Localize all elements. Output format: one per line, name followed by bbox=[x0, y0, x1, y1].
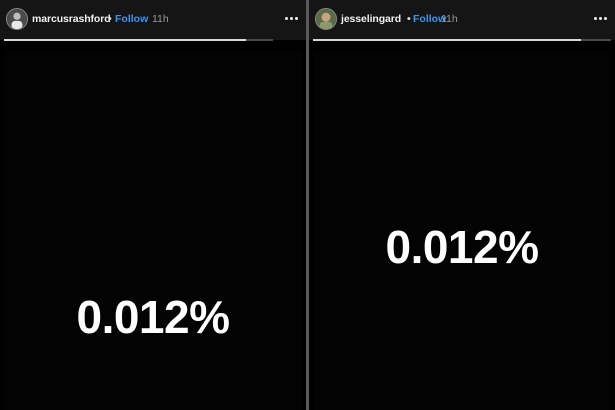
story-panel-marcusrashford: marcusrashford • Follow 11h 0.012% bbox=[0, 0, 306, 410]
more-options-icon[interactable] bbox=[280, 7, 302, 29]
avatar[interactable] bbox=[315, 8, 337, 30]
timestamp: 11h bbox=[152, 13, 169, 25]
separator-dot: • bbox=[108, 13, 112, 25]
username[interactable]: jesselingard bbox=[341, 13, 401, 25]
follow-button[interactable]: Follow bbox=[115, 13, 148, 25]
story-progress-bar bbox=[313, 39, 611, 41]
story-progress-bar bbox=[4, 39, 273, 41]
more-options-icon[interactable] bbox=[589, 7, 611, 29]
profile-avatar-icon bbox=[7, 9, 27, 29]
avatar[interactable] bbox=[6, 8, 28, 30]
story-progress-fill bbox=[313, 39, 582, 41]
separator-dot: • bbox=[407, 13, 411, 25]
profile-avatar-icon bbox=[316, 9, 336, 29]
story-content[interactable]: 0.012% bbox=[4, 50, 302, 410]
story-content[interactable]: 0.012% bbox=[313, 50, 611, 410]
story-progress-fill bbox=[4, 39, 247, 41]
username[interactable]: marcusrashford bbox=[32, 13, 111, 25]
story-header: jesselingard • Follow 11h bbox=[309, 0, 615, 40]
story-panel-jesselingard: jesselingard • Follow 11h 0.012% bbox=[309, 0, 615, 410]
story-header: marcusrashford • Follow 11h bbox=[0, 0, 306, 40]
timestamp: 11h bbox=[441, 13, 458, 25]
story-text: 0.012% bbox=[76, 291, 230, 343]
story-text: 0.012% bbox=[385, 221, 539, 273]
